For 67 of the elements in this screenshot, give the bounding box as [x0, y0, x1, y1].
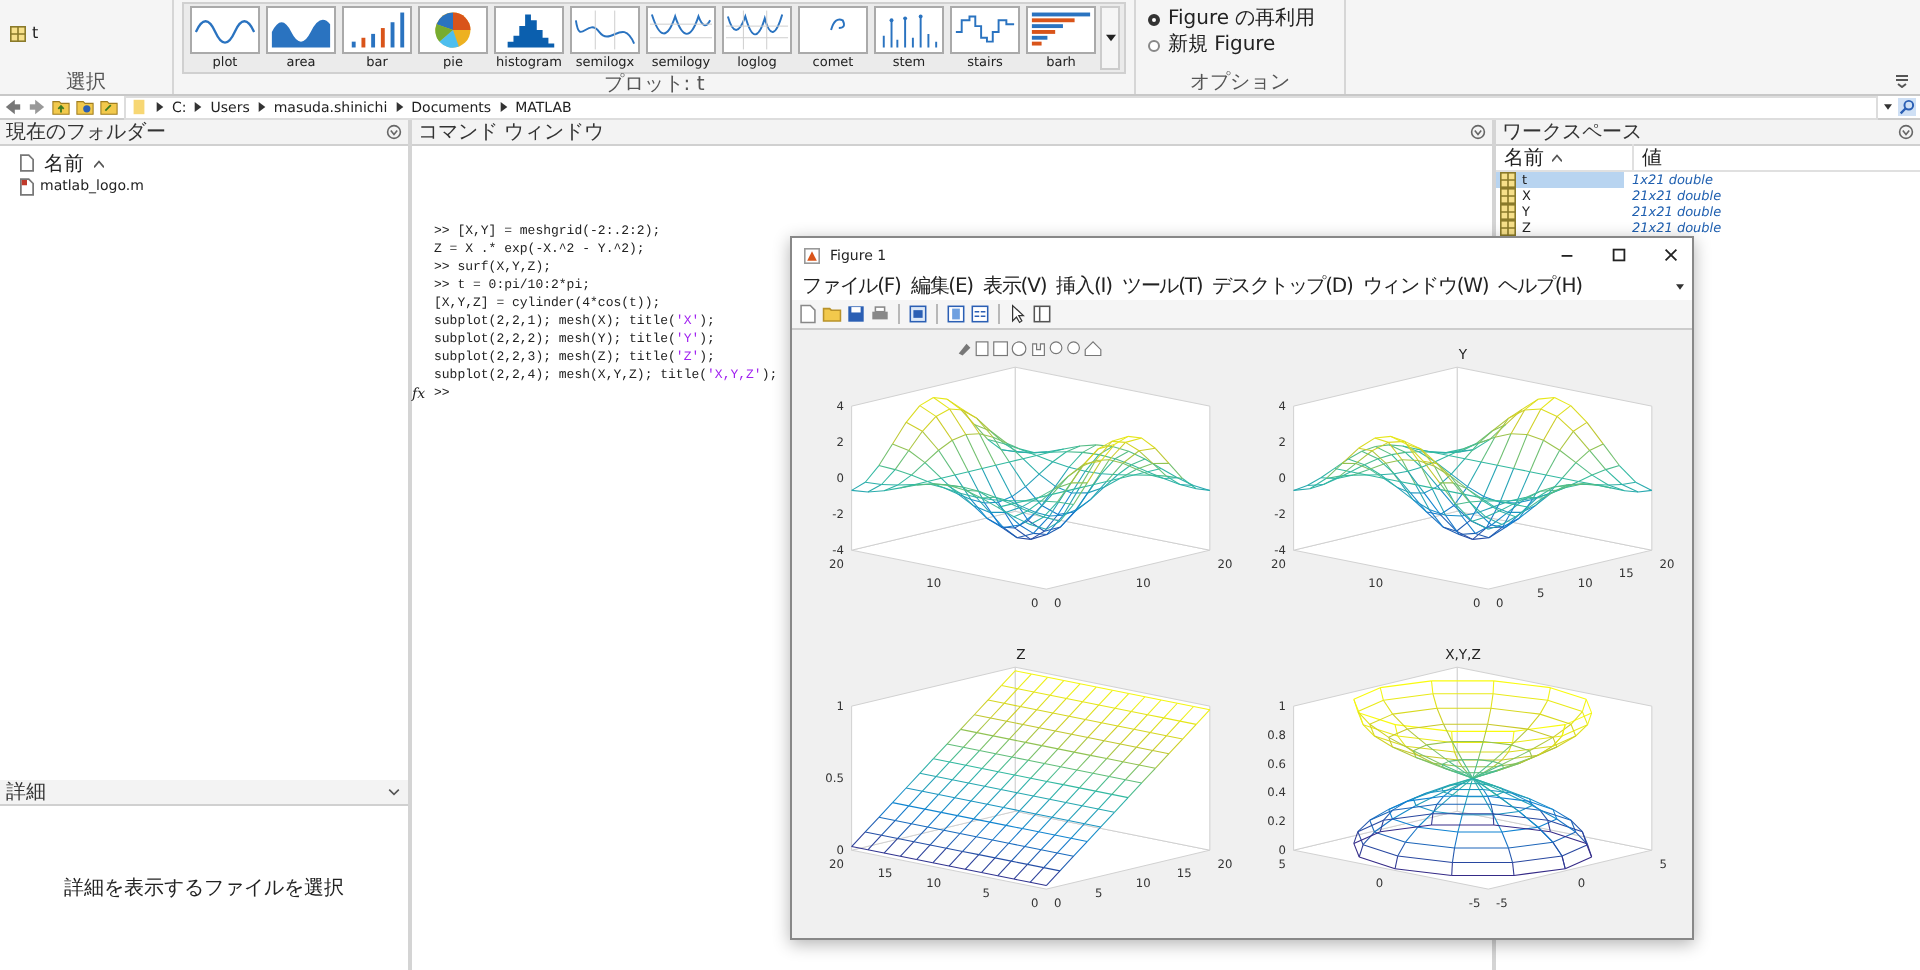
caret-icon[interactable] [1676, 281, 1684, 291]
property-panel-icon[interactable] [1032, 304, 1052, 324]
new-file-icon[interactable] [798, 304, 818, 324]
stairs-plot-icon [950, 6, 1020, 54]
path-separator-icon [499, 102, 508, 112]
path-separator-icon [194, 102, 203, 112]
section-label: オプション [1188, 72, 1292, 94]
figure-icon [804, 247, 820, 263]
column-header[interactable]: 名前 [44, 149, 84, 177]
caret-icon[interactable] [1884, 102, 1892, 112]
radio-option[interactable]: Figure の再利用 [1148, 8, 1344, 32]
radio-button[interactable] [1148, 14, 1160, 26]
gallery-expand-button[interactable] [1100, 6, 1120, 70]
maximize-icon[interactable] [1610, 246, 1628, 264]
stem-plot-icon [874, 6, 944, 54]
forward-icon[interactable] [28, 98, 46, 116]
menu-item[interactable]: 表示(V) [980, 272, 1049, 300]
path-separator-icon [395, 102, 404, 112]
details-message: 詳細を表示するファイルを選択 [64, 875, 344, 902]
barh-plot-icon [1026, 6, 1096, 54]
figure-window-icon[interactable] [908, 304, 928, 324]
up-folder-icon[interactable] [52, 98, 70, 116]
column-header[interactable]: 値 [1642, 144, 1662, 172]
panel-menu-icon[interactable] [1470, 124, 1486, 140]
pointer-icon[interactable] [1008, 304, 1028, 324]
axes-toolbar[interactable] [958, 341, 1102, 357]
file-icon [20, 154, 34, 172]
path-separator-icon [156, 102, 164, 112]
path-separator-icon [257, 102, 266, 112]
save-icon[interactable] [846, 304, 866, 324]
pie-chart-icon [418, 6, 488, 54]
back-icon[interactable] [4, 98, 22, 116]
section-label: 選択 [64, 72, 108, 94]
section-label: プロット: t [601, 74, 707, 96]
close-icon[interactable] [1662, 246, 1680, 264]
comet-plot-icon [798, 6, 868, 54]
radio-button[interactable] [1148, 40, 1160, 52]
variable-item[interactable]: t [0, 0, 39, 42]
menu-item[interactable]: デスクトップ(D) [1210, 272, 1355, 300]
bar-plot-icon [342, 6, 412, 54]
menu-item[interactable]: ウィンドウ(W) [1360, 272, 1491, 300]
panel-title: 現在のフォルダー [6, 120, 166, 146]
variable-icon [10, 25, 26, 41]
print-icon[interactable] [870, 304, 890, 324]
area-plot-icon [266, 6, 336, 54]
menu-item[interactable]: 編集(E) [908, 272, 975, 300]
radio-option[interactable]: 新規 Figure [1148, 34, 1344, 58]
menu-item[interactable]: ツール(T) [1119, 272, 1205, 300]
menu-item[interactable]: ファイル(F) [800, 272, 903, 300]
panel-title: コマンド ウィンドウ [418, 120, 605, 146]
legend-icon[interactable] [970, 304, 990, 324]
menu-item[interactable]: ヘルプ(H) [1496, 272, 1584, 300]
colorbar-icon[interactable] [946, 304, 966, 324]
caret-icon [1105, 34, 1115, 42]
histogram-icon [494, 6, 564, 54]
column-header[interactable]: 名前 [1504, 144, 1544, 172]
collapse-ribbon-icon[interactable] [1894, 72, 1910, 88]
panel-menu-icon[interactable] [1898, 124, 1914, 140]
menu-item[interactable]: 挿入(I) [1054, 272, 1114, 300]
script-file-icon [20, 177, 34, 195]
panel-menu-icon[interactable] [386, 124, 402, 140]
line-plot-icon [190, 6, 260, 54]
panel-title: ワークスペース [1502, 120, 1642, 146]
panel-title: 詳細 [6, 779, 46, 806]
browse-folder-icon[interactable] [76, 98, 94, 116]
search-icon[interactable] [1898, 98, 1916, 116]
chevron-icon[interactable] [386, 784, 402, 800]
